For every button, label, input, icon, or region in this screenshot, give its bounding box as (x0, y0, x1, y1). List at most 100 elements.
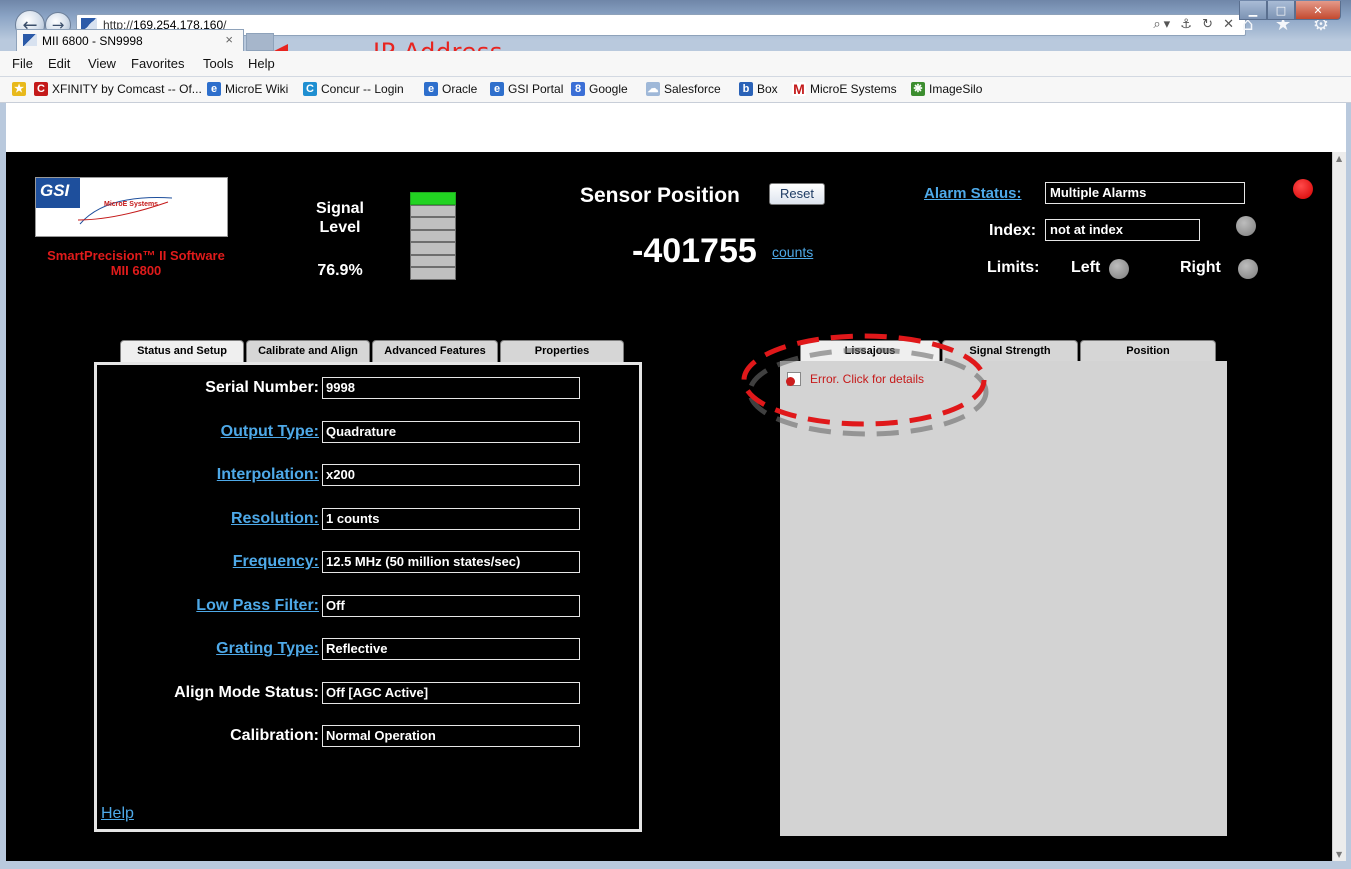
menu-help[interactable]: Help (248, 56, 275, 71)
menu-bar: File Edit View Favorites Tools Help (0, 51, 1351, 77)
imagesilo-icon: ❋ (911, 82, 925, 96)
signal-level-value: 76.9% (317, 262, 363, 279)
favorite-link[interactable]: e GSI Portal (490, 82, 563, 96)
sensor-position-label: Sensor Position (580, 184, 740, 207)
status-and-setup-panel: Serial Number: 9998 Output Type: Quadrature… (94, 362, 642, 832)
favorite-link[interactable]: ☁ Salesforce (646, 82, 721, 96)
signal-bar (410, 204, 456, 217)
vertical-scrollbar[interactable]: ▲ ▼ (1332, 152, 1346, 861)
tab-calibrate-and-align[interactable]: Calibrate and Align (246, 340, 370, 362)
setup-row-value: x200 (322, 464, 580, 486)
setup-row-label[interactable]: Frequency: (97, 553, 319, 571)
salesforce-icon: ☁ (646, 82, 660, 96)
left-limit-indicator-icon (1109, 259, 1129, 279)
units-link[interactable]: counts (772, 244, 813, 260)
product-title: SmartPrecision™ II Software (47, 248, 225, 263)
page-content: GSI MicroE Systems SmartPrecision™ II So… (6, 152, 1332, 861)
window-frame-right (1346, 103, 1351, 869)
xfinity-icon: C (34, 82, 48, 96)
menu-edit[interactable]: Edit (48, 56, 70, 71)
signal-level-meter (410, 192, 456, 280)
google-icon: 8 (571, 82, 585, 96)
tab-properties[interactable]: Properties (500, 340, 624, 362)
product-model: MII 6800 (110, 263, 162, 278)
setup-row-value: Quadrature (322, 420, 580, 443)
favorite-link[interactable]: C XFINITY by Comcast -- Of... (34, 82, 202, 96)
tab-title: MII 6800 - SN9998 (42, 34, 143, 48)
window-frame-bottom (0, 861, 1351, 869)
favorite-link[interactable]: b Box (739, 82, 778, 96)
address-bar-tools[interactable]: ⌕▾ ⚓ ↻ ✕ (1153, 17, 1237, 32)
close-window-button[interactable]: ✕ (1295, 1, 1341, 20)
setup-row-label: Align Mode Status: (174, 683, 319, 701)
scroll-up-icon[interactable]: ▲ (1336, 154, 1342, 163)
favorite-link[interactable]: C Concur -- Login (303, 82, 404, 96)
signal-bar (410, 217, 456, 230)
setup-row-value: 12.5 MHz (50 million states/sec) (322, 551, 580, 573)
signal-label-line1: Signal (315, 200, 364, 217)
logo-microe-text: MicroE Systems (104, 201, 159, 208)
alarm-status-field: Multiple Alarms (1045, 182, 1245, 204)
favorite-link[interactable]: e MicroE Wiki (207, 82, 288, 96)
tab-advanced-features[interactable]: Advanced Features (372, 340, 498, 362)
left-limit-label: Left (1071, 259, 1101, 276)
minimize-button[interactable]: ▁ (1239, 1, 1267, 20)
tab-favicon-icon (23, 34, 37, 46)
setup-row-value: Reflective (322, 638, 580, 660)
menu-file[interactable]: File (12, 56, 33, 71)
signal-bar (410, 267, 456, 280)
setup-row-value: Off [AGC Active] (322, 681, 580, 704)
setup-row-value: Off (322, 594, 580, 617)
setup-row-label[interactable]: Low Pass Filter: (97, 597, 319, 615)
signal-bar (410, 192, 456, 205)
signal-label-line2: Level (319, 219, 361, 236)
ie-page-icon: e (490, 82, 504, 96)
setup-row-label: Calibration: (230, 727, 319, 744)
favorites-star-icon[interactable]: ★ (12, 82, 30, 96)
setup-row-label[interactable]: Output Type: (97, 423, 319, 441)
tab-close-icon[interactable]: × (225, 32, 233, 47)
gsi-logo-text: GSI (36, 178, 80, 208)
tab-status-and-setup[interactable]: Status and Setup (120, 340, 244, 362)
setup-row-label: Serial Number: (205, 379, 319, 396)
maximize-button[interactable]: □ (1267, 1, 1295, 20)
gsi-logo: GSI MicroE Systems (35, 177, 228, 237)
ie-page-icon: e (424, 82, 438, 96)
menu-favorites[interactable]: Favorites (131, 56, 184, 71)
reset-button[interactable]: Reset (769, 183, 825, 205)
signal-bar (410, 229, 456, 242)
microe-icon: M (792, 81, 806, 97)
index-status-field: not at index (1045, 219, 1200, 241)
favorite-link[interactable]: 8 Google (571, 82, 628, 96)
favorite-link[interactable]: M MicroE Systems (792, 82, 897, 96)
window-controls: ▁ □ ✕ (1239, 1, 1341, 20)
right-limit-label: Right (1180, 259, 1221, 276)
setup-row-label[interactable]: Resolution: (97, 510, 319, 528)
limits-label: Limits: (987, 259, 1040, 276)
setup-row-label[interactable]: Interpolation: (97, 466, 319, 484)
signal-bar (410, 254, 456, 267)
index-label: Index: (989, 222, 1037, 239)
favorites-bar: ★ C XFINITY by Comcast -- Of... e MicroE W… (0, 77, 1351, 103)
favorite-link[interactable]: e Oracle (424, 82, 477, 96)
right-limit-indicator-icon (1238, 259, 1258, 279)
concur-icon: C (303, 82, 317, 96)
favorite-link[interactable]: ❋ ImageSilo (911, 82, 982, 96)
tab-position[interactable]: Position (1080, 340, 1216, 362)
ie-page-icon: e (207, 82, 221, 96)
scroll-down-icon[interactable]: ▼ (1336, 850, 1342, 859)
menu-tools[interactable]: Tools (203, 56, 233, 71)
setup-row-value: Normal Operation (322, 725, 580, 747)
setup-row-label[interactable]: Grating Type: (97, 640, 319, 658)
box-icon: b (739, 82, 753, 96)
browser-tab[interactable]: MII 6800 - SN9998 × (16, 29, 244, 51)
setup-row-value: 1 counts (322, 507, 580, 530)
position-value: -401755 (632, 232, 757, 270)
menu-view[interactable]: View (88, 56, 116, 71)
setup-tabs: Status and Setup Calibrate and Align Adv… (120, 340, 630, 362)
alarm-status-link[interactable]: Alarm Status: (924, 185, 1022, 202)
help-link[interactable]: Help (101, 805, 134, 823)
product-name: SmartPrecision™ II Software MII 6800 (26, 248, 246, 278)
index-indicator-icon (1236, 216, 1256, 236)
annotation-ellipse-icon (741, 333, 989, 437)
